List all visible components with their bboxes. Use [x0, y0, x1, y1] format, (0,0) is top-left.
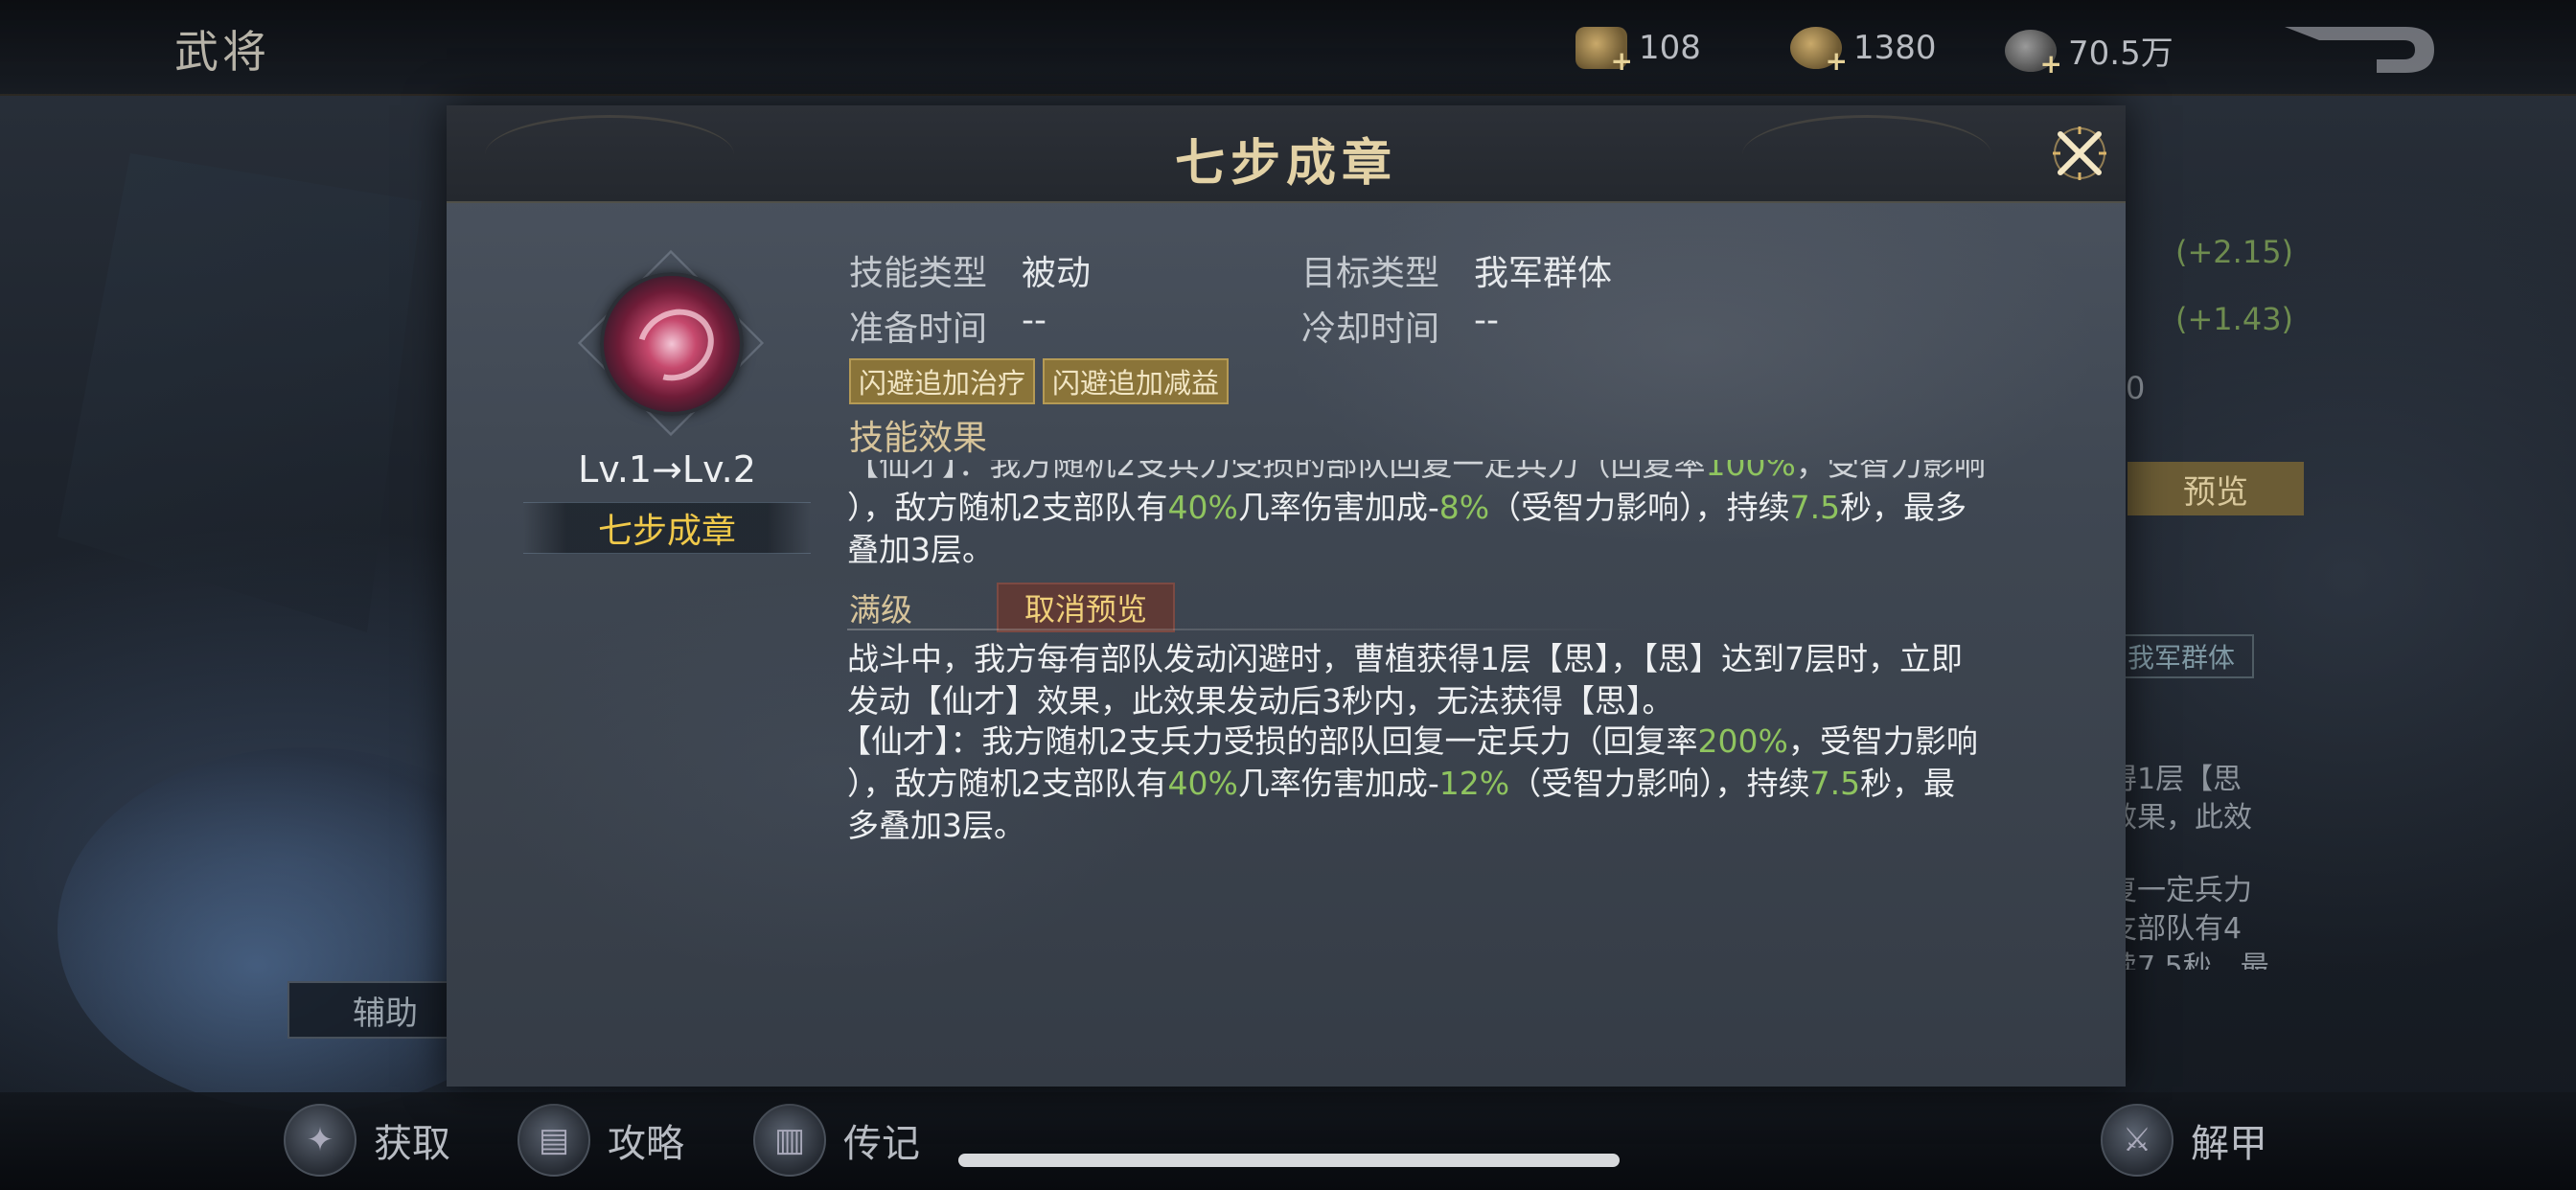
top-bar: 武将 108 1380 70.5万: [0, 0, 2576, 96]
current-effect-line-3: 叠加3层。: [847, 531, 994, 568]
modal-header: 七步成章: [447, 105, 2126, 203]
skill-detail-modal: 七步成章 Lv.1→Lv.2 七步成章 技能类型 被动 目标类型 我军群体 准备…: [447, 105, 2126, 1087]
ce2-p3: （受智力影响），持续: [1489, 489, 1790, 526]
cancel-preview-button[interactable]: 取消预览: [997, 583, 1175, 632]
me4-g3: 7.5: [1809, 765, 1861, 802]
cut-green-1: 100%: [1705, 460, 1796, 481]
max-effect-line-2: 发动【仙才】效果，此效果发动后3秒内，无法获得【思】。: [847, 682, 1674, 720]
skill-type-label: 技能类型: [849, 254, 988, 293]
back-button[interactable]: [2281, 21, 2444, 80]
current-effect-line-2: ），敌方随机2支部队有40%几率伤害加成-8%（受智力影响），持续7.5秒，最多: [847, 487, 2496, 528]
bg-text-line-6: 续7.5秒，最: [2108, 950, 2269, 970]
ce2-g3: 7.5: [1789, 489, 1841, 526]
cut-text-1: 【仙才】：我方随机2支兵力受损的部队回复一定兵力（回复率: [847, 460, 1706, 481]
stat-value-3: 0: [2126, 370, 2146, 406]
nav-acquire-label: 获取: [374, 1122, 450, 1166]
skill-icon-frame: [577, 249, 765, 437]
me3-p1: 【仙才】：我方随机2支兵力受损的部队回复一定兵力（回复率: [840, 722, 1698, 760]
token-icon: [1576, 27, 1633, 77]
resource-token[interactable]: 108: [1576, 27, 1701, 77]
guide-icon: ▤: [518, 1104, 590, 1177]
nav-unarmor[interactable]: ⚔ 解甲: [2101, 1104, 2267, 1177]
me4-p4: 秒，最: [1860, 765, 1956, 802]
bg-text-line-4: 复一定兵力: [2108, 874, 2252, 907]
stat-bonus-2: (+1.43): [2175, 301, 2294, 337]
max-effect-line-3: 【仙才】：我方随机2支兵力受损的部队回复一定兵力（回复率200%，受智力影响: [840, 721, 2488, 762]
level-upgrade-text: Lv.1→Lv.2: [578, 448, 756, 491]
max-effect-line-4: ），敌方随机2支部队有40%几率伤害加成-12%（受智力影响），持续7.5秒，最: [847, 763, 2496, 804]
biography-icon: ▥: [753, 1104, 826, 1177]
tag-dodge-heal: 闪避追加治疗: [849, 358, 1036, 404]
me4-p2: 几率伤害加成-: [1237, 765, 1439, 802]
resource-coin-value: 1380: [1853, 29, 1937, 67]
home-indicator[interactable]: [958, 1154, 1620, 1167]
nav-biography[interactable]: ▥ 传记: [753, 1104, 920, 1177]
skill-type-value: 被动: [1022, 254, 1092, 293]
max-level-divider: [847, 629, 1633, 630]
max-effect-line-1: 战斗中，我方每有部队发动闪避时，曹植获得1层【思】，【思】达到7层时，立即: [847, 640, 1963, 677]
cooldown-label: 冷却时间: [1301, 309, 1440, 349]
page-title: 武将: [174, 26, 270, 78]
unarmor-icon: ⚔: [2101, 1104, 2174, 1177]
ce2-g1: 40%: [1167, 489, 1238, 526]
max-effect-line-5: 多叠加3层。: [847, 807, 1025, 844]
resource-copper[interactable]: 70.5万: [2005, 27, 2174, 80]
tag-dodge-debuff: 闪避追加减益: [1043, 358, 1230, 404]
max-level-label: 满级: [849, 591, 912, 629]
target-type-label: 目标类型: [1301, 254, 1440, 293]
effect-cut-line: 【仙才】：我方随机2支兵力受损的部队回复一定兵力（回复率100%，受智力影响: [847, 460, 2093, 481]
ce2-p1: ），敌方随机2支部队有: [847, 489, 1168, 526]
nav-guide-label: 攻略: [608, 1122, 684, 1166]
prep-time-label: 准备时间: [849, 309, 988, 349]
me3-p2: ，受智力影响: [1787, 722, 1978, 760]
copper-icon: [2005, 29, 2062, 80]
ce2-p2: 几率伤害加成-: [1237, 489, 1439, 526]
me3-g1: 200%: [1697, 722, 1788, 760]
acquire-icon: ✦: [284, 1104, 356, 1177]
skill-emblem-icon: [600, 272, 744, 416]
cut-text-2: ，受智力影响: [1795, 460, 1986, 481]
close-button[interactable]: [2049, 123, 2110, 184]
nav-biography-label: 传记: [843, 1122, 920, 1166]
ce2-g2: 8%: [1438, 489, 1490, 526]
nav-guide[interactable]: ▤ 攻略: [518, 1104, 684, 1177]
nav-acquire[interactable]: ✦ 获取: [284, 1104, 450, 1177]
coin-icon: [1790, 27, 1848, 77]
skill-name-plate: 七步成章: [523, 502, 811, 554]
me4-g2: 12%: [1438, 765, 1510, 802]
me4-p1: ），敌方随机2支部队有: [847, 765, 1168, 802]
stat-bonus-1: (+2.15): [2175, 234, 2294, 270]
nav-unarmor-label: 解甲: [2191, 1122, 2267, 1166]
effect-title: 技能效果: [849, 419, 988, 458]
close-icon: [2053, 126, 2106, 180]
modal-title: 七步成章: [1174, 134, 1397, 193]
prep-time-value: --: [1022, 301, 1046, 340]
target-type-value: 我军群体: [1474, 254, 1613, 293]
ce2-p4: 秒，最多: [1840, 489, 1967, 526]
resource-token-value: 108: [1639, 29, 1701, 67]
me4-p3: （受智力影响），持续: [1509, 765, 1810, 802]
bg-text-line-5: 支部队有4: [2108, 912, 2242, 946]
back-arrow-icon: [2285, 27, 2434, 73]
resource-copper-value: 70.5万: [2068, 34, 2174, 73]
resource-coin[interactable]: 1380: [1790, 27, 1937, 77]
cooldown-value: --: [1474, 301, 1499, 340]
me4-g1: 40%: [1167, 765, 1238, 802]
